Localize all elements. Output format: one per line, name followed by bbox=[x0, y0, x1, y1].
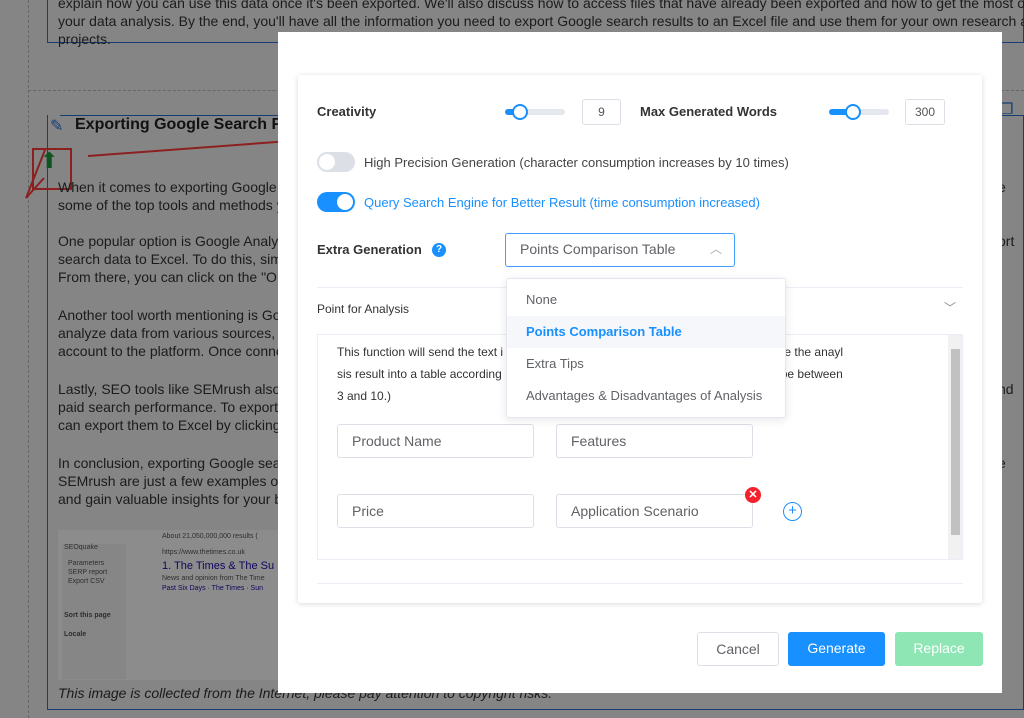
dropdown-option[interactable]: None bbox=[507, 284, 785, 316]
high-precision-label: High Precision Generation (character con… bbox=[364, 155, 789, 170]
replace-button[interactable]: Replace bbox=[895, 632, 983, 666]
dropdown-option[interactable]: Points Comparison Table bbox=[507, 316, 785, 348]
max-words-label: Max Generated Words bbox=[640, 104, 778, 119]
point-input[interactable]: Product Name bbox=[337, 424, 534, 458]
description-text: sis result into a table according bbox=[337, 367, 502, 381]
select-value: Points Comparison Table bbox=[520, 241, 676, 257]
chevron-down-icon[interactable]: ﹀ bbox=[944, 299, 956, 316]
extra-generation-label: Extra Generation bbox=[317, 242, 422, 257]
divider bbox=[317, 583, 963, 584]
add-point-icon[interactable]: + bbox=[783, 502, 802, 521]
extra-generation-dropdown: None Points Comparison Table Extra Tips … bbox=[506, 278, 786, 418]
help-icon[interactable]: ? bbox=[432, 243, 446, 257]
generate-button[interactable]: Generate bbox=[788, 632, 885, 666]
description-text: 3 and 10.) bbox=[337, 389, 392, 403]
chevron-up-icon: ︿ bbox=[709, 242, 722, 256]
point-section-label[interactable]: Point for Analysis bbox=[317, 302, 409, 316]
point-input[interactable]: Price bbox=[337, 494, 534, 528]
cancel-button[interactable]: Cancel bbox=[697, 632, 779, 666]
description-text: This function will send the text i bbox=[337, 345, 504, 359]
query-search-label: Query Search Engine for Better Result (t… bbox=[364, 195, 760, 210]
point-input[interactable]: Features bbox=[556, 424, 753, 458]
slider-handle[interactable] bbox=[512, 104, 528, 120]
dropdown-option[interactable]: Advantages & Disadvantages of Analysis bbox=[507, 380, 785, 412]
max-words-input[interactable]: 300 bbox=[905, 99, 945, 125]
dropdown-option[interactable]: Extra Tips bbox=[507, 348, 785, 380]
high-precision-toggle[interactable] bbox=[317, 152, 355, 172]
point-input[interactable]: Application Scenario bbox=[556, 494, 753, 528]
max-words-slider[interactable] bbox=[829, 104, 889, 120]
remove-point-icon[interactable]: ✕ bbox=[745, 487, 761, 503]
creativity-label: Creativity bbox=[317, 104, 377, 119]
query-search-toggle[interactable] bbox=[317, 192, 355, 212]
creativity-slider[interactable] bbox=[505, 104, 565, 120]
scrollbar[interactable] bbox=[948, 335, 962, 559]
slider-handle[interactable] bbox=[845, 104, 861, 120]
extra-generation-select[interactable]: Points Comparison Table ︿ bbox=[505, 233, 735, 267]
creativity-input[interactable]: 9 bbox=[582, 99, 621, 125]
